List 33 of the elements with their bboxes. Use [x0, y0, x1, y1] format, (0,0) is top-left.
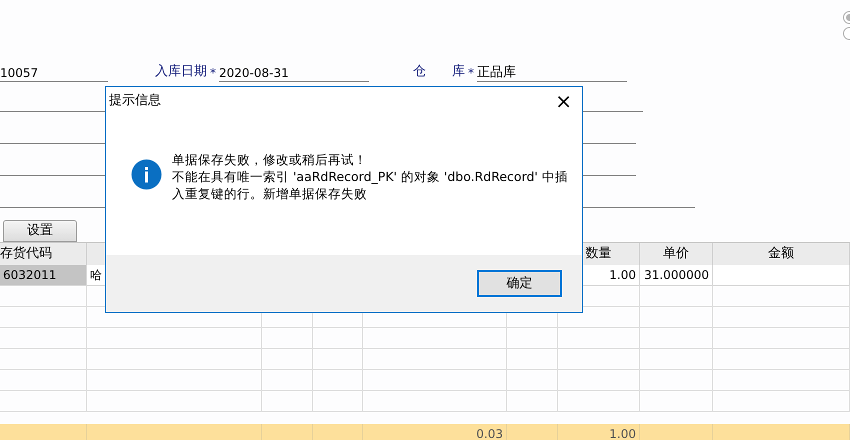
close-button[interactable]: ×	[553, 91, 574, 111]
table-cell	[507, 328, 558, 348]
field-label: 入库日期	[155, 63, 207, 81]
total-value: 1.00	[609, 426, 636, 440]
table-cell	[313, 328, 363, 348]
error-message: 单据保存失败，修改或稍后再试！ 不能在具有唯一索引 'aaRdRecord_PK' 的对象 'dbo.RdRecord' 中插 入重复键的行。新增单据保存失败	[172, 151, 568, 202]
total-value: 0.03	[476, 426, 503, 440]
column-header[interactable]: 存货代码	[0, 242, 87, 264]
table-cell	[262, 370, 313, 390]
table-cell: 31.000000	[640, 264, 713, 286]
table-cell	[313, 390, 363, 412]
table-cell	[262, 390, 313, 412]
table-cell	[262, 328, 313, 348]
input-field[interactable]: 正品库	[477, 64, 627, 82]
table-cell	[313, 348, 363, 370]
table-cell	[507, 390, 558, 412]
info-icon	[131, 159, 162, 190]
table-cell	[313, 370, 363, 390]
field-label: 仓 库	[413, 63, 465, 81]
table-cell	[507, 370, 558, 390]
dialog-title: 提示信息	[109, 92, 161, 110]
input-field[interactable]: 10057	[0, 64, 108, 82]
ok-button[interactable]: 确定	[477, 270, 562, 297]
settings-button[interactable]: 设置	[3, 220, 77, 242]
table-cell: 6032011	[0, 264, 87, 286]
input-field[interactable]: 2020-08-31	[219, 64, 369, 82]
table-cell	[262, 348, 313, 370]
column-header[interactable]: 单价	[640, 242, 713, 264]
column-header[interactable]: 金额	[713, 242, 850, 264]
required-mark: *	[210, 64, 216, 82]
table-cell	[507, 348, 558, 370]
required-mark: *	[468, 64, 474, 82]
totals-cell	[262, 424, 313, 440]
